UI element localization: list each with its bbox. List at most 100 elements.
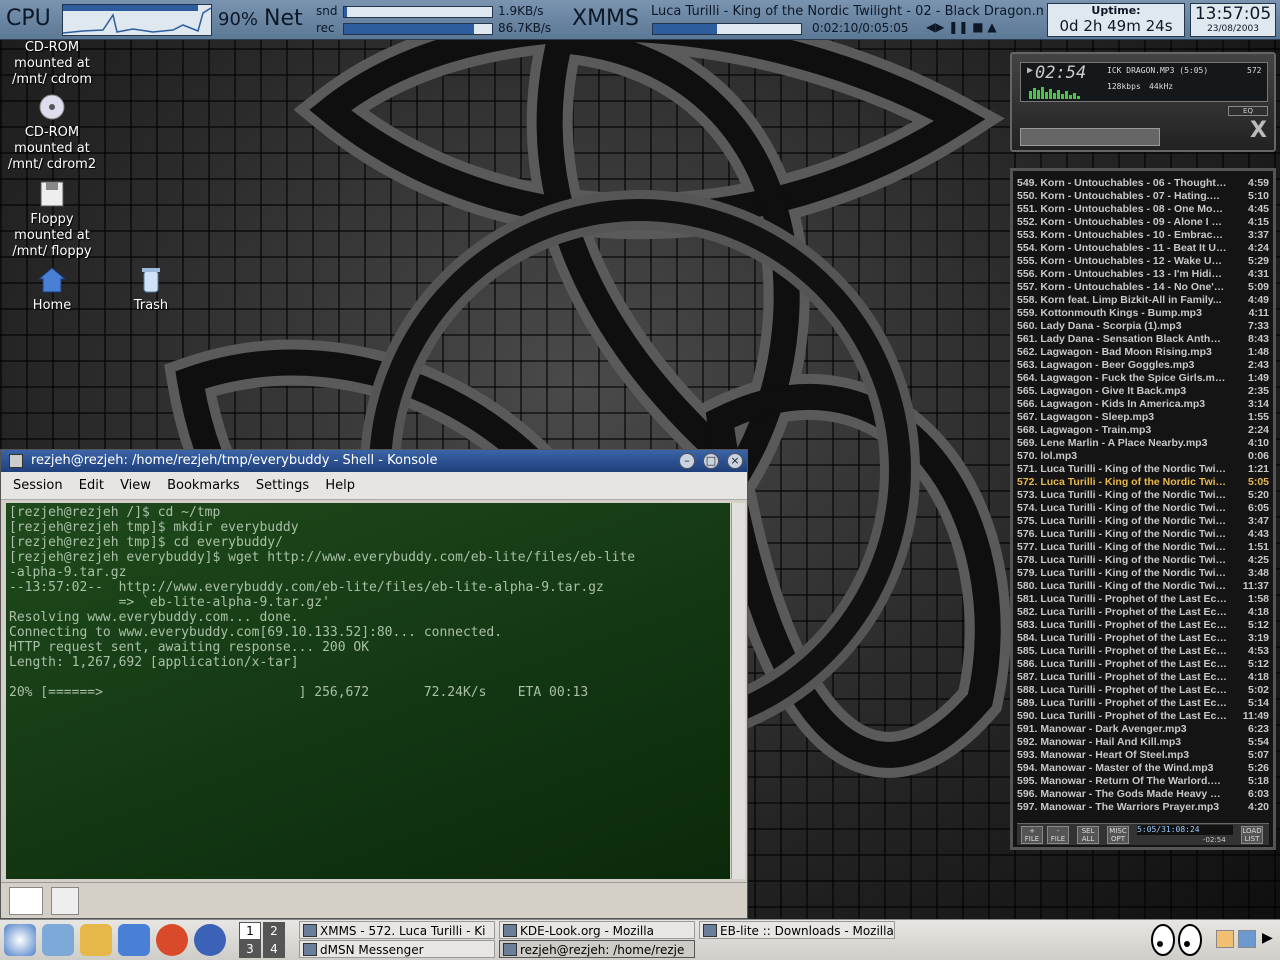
klipper-icon[interactable] [1216, 930, 1234, 948]
menu-bookmarks[interactable]: Bookmarks [167, 478, 240, 493]
home-launcher-icon[interactable] [118, 924, 150, 956]
playlist-row[interactable]: 559. Kottonmouth Kings - Bump.mp3 4:11 [1017, 307, 1269, 320]
playlist-row[interactable]: 593. Manowar - Heart Of Steel.mp3 5:07 [1017, 749, 1269, 762]
playlist-row[interactable]: 573. Luca Turilli - King of the Nordic T… [1017, 489, 1269, 502]
desktop-icon-floppy[interactable]: Floppy mounted at /mnt/ floppy [2, 179, 102, 260]
playlist-row[interactable]: 580. Luca Turilli - King of the Nordic T… [1017, 580, 1269, 593]
playlist-row[interactable]: 557. Korn - Untouchables - 14 - No One's… [1017, 281, 1269, 294]
playlist-row[interactable]: 590. Luca Turilli - Prophet of the Last … [1017, 710, 1269, 723]
task-kde-look[interactable]: KDE-Look.org - Mozilla [499, 921, 695, 939]
desktop-icon-cdrom[interactable]: CD-ROM mounted at /mnt/ cdrom [2, 40, 102, 88]
playlist-row[interactable]: 597. Manowar - The Warriors Prayer.mp3 4:… [1017, 801, 1269, 814]
close-button[interactable]: × [727, 453, 743, 469]
clock[interactable]: 13:57:05 23/08/2003 [1190, 3, 1276, 37]
maximize-button[interactable]: □ [703, 453, 719, 469]
playlist-row[interactable]: 581. Luca Turilli - Prophet of the Last … [1017, 593, 1269, 606]
playlist-row[interactable]: 585. Luca Turilli - Prophet of the Last … [1017, 645, 1269, 658]
minimize-button[interactable]: – [679, 453, 695, 469]
playlist-row[interactable]: 566. Lagwagon - Kids In America.mp3 3:14 [1017, 398, 1269, 411]
playlist-row[interactable]: 584. Luca Turilli - Prophet of the Last … [1017, 632, 1269, 645]
load-list-button[interactable]: LOAD LIST [1241, 826, 1263, 844]
playlist-row[interactable]: 554. Korn - Untouchables - 11 - Beat It … [1017, 242, 1269, 255]
konsole-window[interactable]: rezjeh@rezjeh: /home/rezjeh/tmp/everybud… [0, 449, 748, 919]
menu-view[interactable]: View [120, 478, 151, 493]
playlist-row[interactable]: 556. Korn - Untouchables - 13 - I'm Hidi… [1017, 268, 1269, 281]
task-dmsn[interactable]: dMSN Messenger [299, 940, 495, 958]
playlist-row[interactable]: 588. Luca Turilli - Prophet of the Last … [1017, 684, 1269, 697]
playlist-row[interactable]: 564. Lagwagon - Fuck the Spice Girls.mp3… [1017, 372, 1269, 385]
playlist-row[interactable]: 560. Lady Dana - Scorpia (1).mp3 7:33 [1017, 320, 1269, 333]
task-xmms[interactable]: XMMS - 572. Luca Turilli - Ki [299, 921, 495, 939]
task-konsole[interactable]: rezjeh@rezjeh: /home/rezje [499, 940, 695, 958]
menu-session[interactable]: Session [13, 478, 63, 493]
playlist-row[interactable]: 565. Lagwagon - Give It Back.mp3 2:35 [1017, 385, 1269, 398]
panel-hide-arrow-icon[interactable]: ▶ [1262, 930, 1273, 946]
track-progress-bar[interactable] [652, 23, 802, 35]
playlist-row[interactable]: 594. Manowar - Master of the Wind.mp3 5:2… [1017, 762, 1269, 775]
playlist-row[interactable]: 589. Luca Turilli - Prophet of the Last … [1017, 697, 1269, 710]
playlist-row[interactable]: 583. Luca Turilli - Prophet of the Last … [1017, 619, 1269, 632]
playlist-row[interactable]: 571. Luca Turilli - King of the Nordic T… [1017, 463, 1269, 476]
playlist-list[interactable]: 549. Korn - Untouchables - 06 - Thoughtl… [1017, 177, 1269, 821]
konsole-titlebar[interactable]: rezjeh@rezjeh: /home/rezjeh/tmp/everybud… [1, 450, 747, 472]
terminal-area[interactable]: [rezjeh@rezjeh /]$ cd ~/tmp [rezjeh@rezje… [6, 503, 730, 879]
menu-settings[interactable]: Settings [256, 478, 309, 493]
playlist-row[interactable]: 592. Manowar - Hail And Kill.mp3 5:54 [1017, 736, 1269, 749]
playlist-row[interactable]: 577. Luca Turilli - King of the Nordic T… [1017, 541, 1269, 554]
remove-file-button[interactable]: - FILE [1047, 826, 1069, 844]
new-session-icon[interactable] [9, 887, 43, 915]
playlist-row[interactable]: 562. Lagwagon - Bad Moon Rising.mp3 1:48 [1017, 346, 1269, 359]
terminal-scrollbar[interactable] [731, 503, 745, 879]
xmms-launcher-icon[interactable] [194, 924, 226, 956]
xmms-transport-buttons[interactable] [1020, 128, 1160, 146]
desktop-4[interactable]: 4 [263, 940, 285, 958]
playlist-row[interactable]: 568. Lagwagon - Train.mp3 2:24 [1017, 424, 1269, 437]
xmms-player-window[interactable]: ▶ 02:54 ICK DRAGON.MP3 (5:05) 572 128kbp… [1010, 52, 1276, 152]
task-eb-lite[interactable]: EB-lite :: Downloads - Mozilla [699, 921, 895, 939]
desktop-icon-cdrom2[interactable]: CD-ROM mounted at /mnt/ cdrom2 [2, 92, 102, 173]
star-launcher-icon[interactable] [156, 924, 188, 956]
select-all-button[interactable]: SEL ALL [1077, 826, 1099, 844]
launcher-icon[interactable] [42, 924, 74, 956]
playlist-row[interactable]: 582. Luca Turilli - Prophet of the Last … [1017, 606, 1269, 619]
session-tab-icon[interactable] [51, 887, 79, 915]
desktop-1[interactable]: 1 [239, 922, 261, 940]
playlist-row[interactable]: 555. Korn - Untouchables - 12 - Wake Up … [1017, 255, 1269, 268]
playlist-row[interactable]: 558. Korn feat. Limp Bizkit-All in Famil… [1017, 294, 1269, 307]
playlist-row[interactable]: 579. Luca Turilli - King of the Nordic T… [1017, 567, 1269, 580]
kde-menu-icon[interactable] [4, 924, 36, 956]
playlist-row[interactable]: 572. Luca Turilli - King of the Nordic T… [1017, 476, 1269, 489]
playlist-row[interactable]: 563. Lagwagon - Beer Goggles.mp3 2:43 [1017, 359, 1269, 372]
playlist-row[interactable]: 552. Korn - Untouchables - 09 - Alone I … [1017, 216, 1269, 229]
playlist-row[interactable]: 549. Korn - Untouchables - 06 - Thoughtl… [1017, 177, 1269, 190]
playlist-row[interactable]: 550. Korn - Untouchables - 07 - Hating.m… [1017, 190, 1269, 203]
playlist-row[interactable]: 561. Lady Dana - Sensation Black Anthm..… [1017, 333, 1269, 346]
desktop-3[interactable]: 3 [239, 940, 261, 958]
desktop-icon-home[interactable]: Home [2, 265, 102, 314]
add-file-button[interactable]: + FILE [1021, 826, 1043, 844]
menu-edit[interactable]: Edit [79, 478, 104, 493]
konsole-window-icon[interactable] [9, 454, 23, 468]
playlist-row[interactable]: 574. Luca Turilli - King of the Nordic T… [1017, 502, 1269, 515]
playlist-row[interactable]: 596. Manowar - The Gods Made Heavy M... 6… [1017, 788, 1269, 801]
eq-button[interactable]: EQ [1228, 106, 1268, 116]
playlist-row[interactable]: 575. Luca Turilli - King of the Nordic T… [1017, 515, 1269, 528]
playlist-row[interactable]: 567. Lagwagon - Sleep.mp3 1:55 [1017, 411, 1269, 424]
browser-launcher-icon[interactable] [80, 924, 112, 956]
playlist-row[interactable]: 551. Korn - Untouchables - 08 - One More… [1017, 203, 1269, 216]
playlist-row[interactable]: 586. Luca Turilli - Prophet of the Last … [1017, 658, 1269, 671]
playlist-row[interactable]: 570. lol.mp3 0:06 [1017, 450, 1269, 463]
playlist-row[interactable]: 591. Manowar - Dark Avenger.mp3 6:23 [1017, 723, 1269, 736]
playlist-row[interactable]: 578. Luca Turilli - King of the Nordic T… [1017, 554, 1269, 567]
desktop-icon-trash[interactable]: Trash [101, 265, 201, 314]
xmms-playlist-window[interactable]: 549. Korn - Untouchables - 06 - Thoughtl… [1010, 168, 1276, 850]
playlist-row[interactable]: 595. Manowar - Return Of The Warlord.mp3… [1017, 775, 1269, 788]
playlist-row[interactable]: 576. Luca Turilli - King of the Nordic T… [1017, 528, 1269, 541]
playlist-row[interactable]: 587. Luca Turilli - Prophet of the Last … [1017, 671, 1269, 684]
calendar-icon[interactable] [1238, 930, 1256, 948]
xmms-mini-controls[interactable]: ◀▶ ❚❚ ■ ▲ [926, 20, 997, 34]
playlist-row[interactable]: 569. Lene Marlin - A Place Nearby.mp3 4:1… [1017, 437, 1269, 450]
misc-button[interactable]: MISC OPT [1107, 826, 1129, 844]
menu-help[interactable]: Help [325, 478, 355, 493]
playlist-row[interactable]: 553. Korn - Untouchables - 10 - Embrace.… [1017, 229, 1269, 242]
